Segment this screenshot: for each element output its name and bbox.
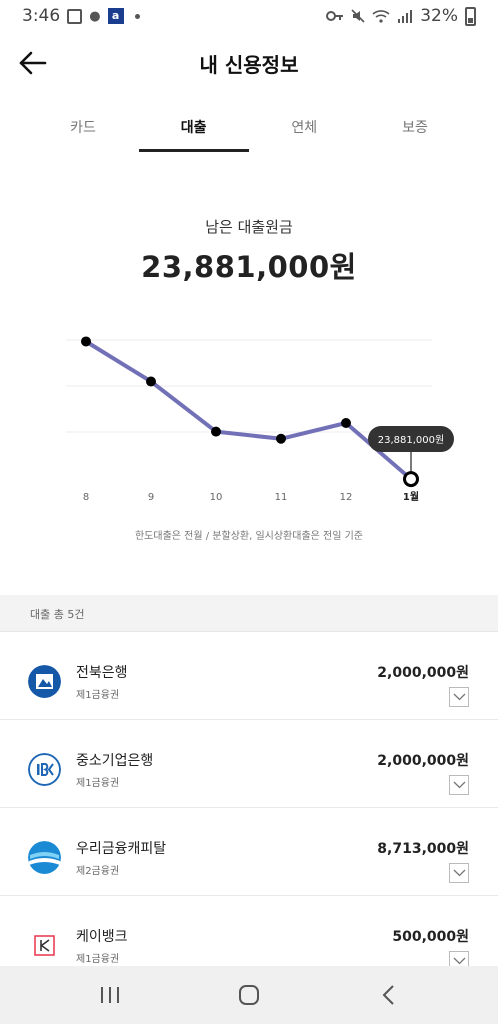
data-point[interactable] — [341, 418, 351, 429]
tab-guarantee[interactable]: 보증 — [360, 104, 470, 154]
data-point-highlighted[interactable] — [403, 471, 419, 488]
system-nav-bar — [0, 966, 498, 1024]
jeonbuk-bank-logo — [28, 665, 61, 698]
x-tick-label: 12 — [340, 492, 353, 503]
loan-item-ibk[interactable]: 중소기업은행 제1금융권 2,000,000원 — [0, 720, 498, 808]
data-point[interactable] — [276, 433, 286, 444]
dot-icon — [134, 13, 140, 19]
tab-card[interactable]: 카드 — [28, 104, 138, 154]
chevron-down-icon — [453, 957, 466, 965]
tab-bar: 카드 대출 연체 보증 — [0, 104, 498, 154]
home-icon — [238, 985, 259, 1005]
remaining-principal-label: 남은 대출원금 — [205, 218, 293, 236]
pill-icon: ● — [89, 8, 101, 24]
key-icon — [326, 11, 344, 21]
loan-name: 전북은행 — [76, 665, 128, 681]
status-left: 3:46 ● a — [22, 6, 140, 26]
data-point[interactable] — [211, 426, 221, 437]
x-tick-label: 9 — [148, 492, 154, 503]
chevron-down-icon — [453, 781, 466, 789]
image-icon — [67, 8, 83, 24]
loan-tier: 제2금융권 — [76, 866, 120, 877]
chart-note: 한도대출은 전월 / 분할상환, 일시상환대출은 전일 기준 — [134, 531, 364, 542]
loan-name: 우리금융캐피탈 — [76, 841, 167, 857]
battery-text: 32% — [420, 6, 458, 26]
x-tick-label: 11 — [275, 492, 288, 503]
loan-amount: 2,000,000원 — [377, 753, 469, 769]
recent-apps-icon — [100, 987, 119, 1003]
x-tick-label: 1월 — [403, 491, 419, 503]
series-line — [84, 339, 413, 482]
woori-capital-logo — [28, 841, 61, 874]
ibk-bank-logo — [28, 753, 61, 786]
battery-icon — [465, 6, 476, 26]
app-header: 내 신용정보 — [0, 32, 498, 94]
loan-balance-chart: 23,881,000원 8 9 10 11 12 1월 — [0, 320, 498, 520]
status-right: 32% — [326, 6, 476, 26]
x-tick-label: 8 — [83, 492, 89, 503]
recent-apps-button[interactable] — [80, 975, 140, 1015]
tab-loan[interactable]: 대출 — [138, 104, 249, 154]
loan-name: 케이뱅크 — [76, 929, 128, 945]
loan-amount: 2,000,000원 — [377, 665, 469, 681]
kbank-logo — [28, 929, 61, 962]
loan-name: 중소기업은행 — [76, 753, 154, 769]
app-a-icon: a — [107, 8, 124, 24]
loan-count-header: 대출 총 5건 — [0, 595, 498, 632]
mute-icon — [351, 9, 365, 23]
status-bar: 3:46 ● a 32% — [0, 0, 498, 32]
loan-amount: 8,713,000원 — [377, 841, 469, 857]
remaining-principal-amount: 23,881,000원 — [141, 250, 357, 284]
loan-tier: 제1금융권 — [76, 690, 120, 701]
expand-button[interactable] — [449, 863, 469, 883]
loan-amount: 500,000원 — [392, 929, 469, 945]
chevron-down-icon — [453, 869, 466, 877]
nav-back-button[interactable] — [358, 975, 418, 1015]
signal-icon — [398, 10, 413, 23]
expand-button[interactable] — [449, 775, 469, 795]
loan-tier: 제1금융권 — [76, 954, 120, 965]
x-tick-label: 10 — [210, 492, 223, 503]
loan-tier: 제1금융권 — [76, 778, 120, 789]
data-point[interactable] — [81, 336, 91, 347]
data-point[interactable] — [146, 376, 156, 387]
line-chart-svg: 23,881,000원 8 9 10 11 12 1월 — [66, 336, 454, 503]
back-icon — [382, 985, 395, 1005]
tooltip-value: 23,881,000원 — [378, 434, 444, 446]
page-title: 내 신용정보 — [199, 53, 299, 77]
chevron-down-icon — [453, 693, 466, 701]
loan-item-jeonbuk[interactable]: 전북은행 제1금융권 2,000,000원 — [0, 632, 498, 720]
loan-item-woori[interactable]: 우리금융캐피탈 제2금융권 8,713,000원 — [0, 808, 498, 896]
home-button[interactable] — [219, 975, 279, 1015]
wifi-icon — [372, 10, 390, 23]
status-time: 3:46 — [22, 6, 61, 26]
expand-button[interactable] — [449, 687, 469, 707]
tab-overdue[interactable]: 연체 — [249, 104, 359, 154]
